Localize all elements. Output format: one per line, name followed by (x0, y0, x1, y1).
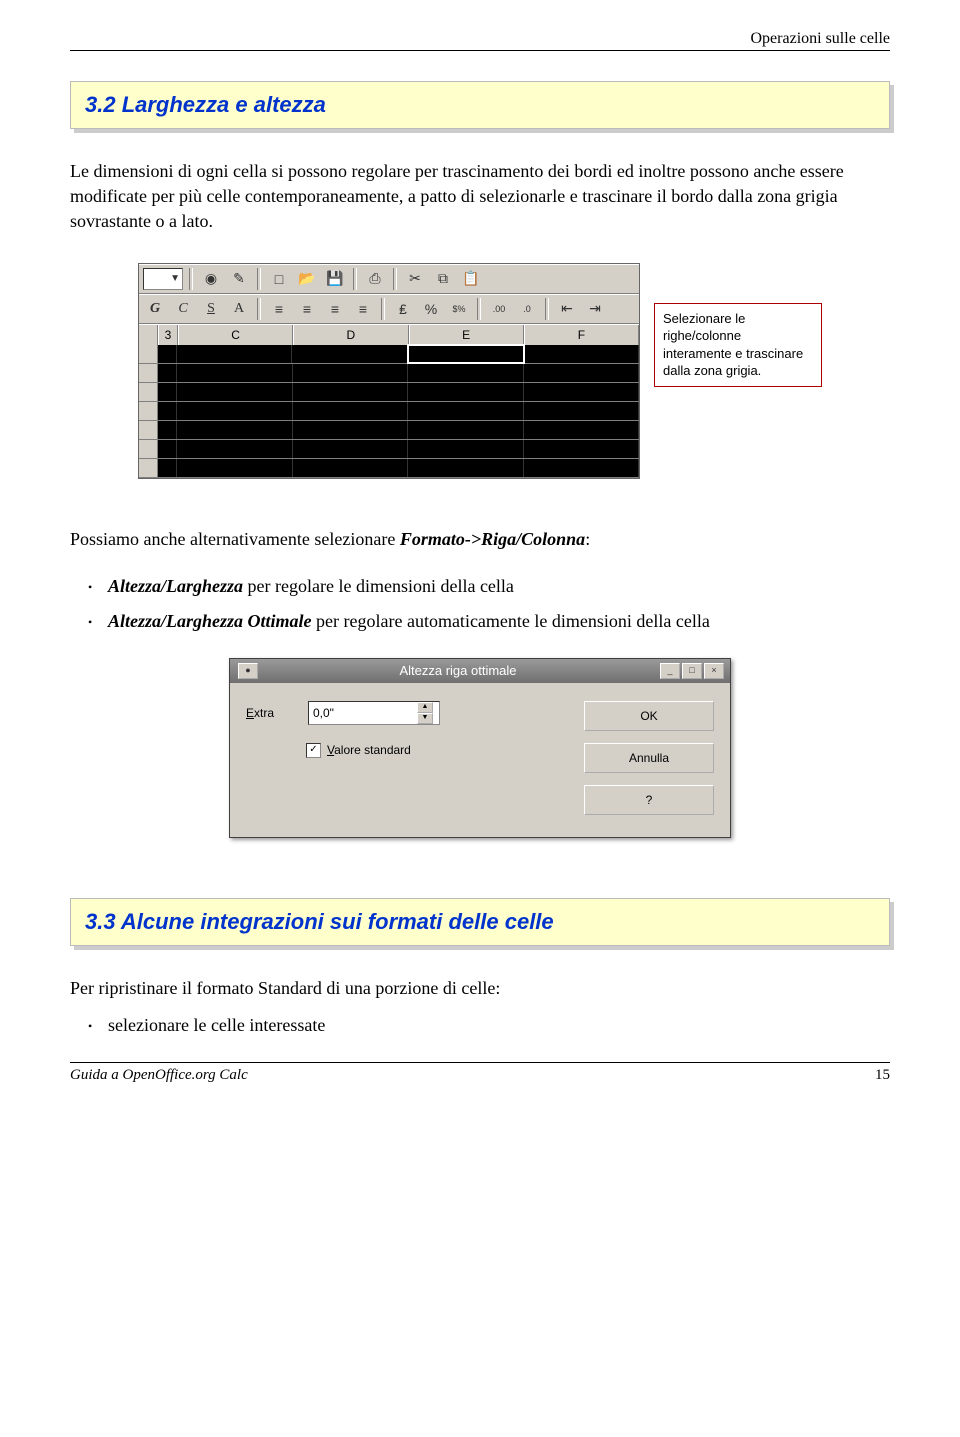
cancel-button[interactable]: Annulla (584, 743, 714, 773)
toolbar-separator (545, 298, 549, 320)
close-icon[interactable]: × (704, 663, 724, 679)
new-icon: □ (267, 267, 291, 291)
spreadsheet-body (139, 345, 639, 478)
decimal-add-icon: .00 (487, 297, 511, 321)
toolbar-row-1: ▼ ◉ ✎ □ 📂 💾 ⎙ ✂ ⧉ 📋 (139, 264, 639, 294)
page-footer: Guida a OpenOffice.org Calc 15 (70, 1062, 890, 1084)
bullet-list: Altezza/Larghezza per regolare le dimens… (88, 574, 890, 634)
align-right-icon: ≡ (323, 297, 347, 321)
underline-icon: S (199, 297, 223, 321)
ok-button[interactable]: OK (584, 701, 714, 731)
toolbar-separator (189, 268, 193, 290)
page-header: Operazioni sulle celle (70, 30, 890, 51)
col-header-d: D (293, 325, 408, 345)
toolbar-separator (257, 268, 261, 290)
section-3-2-heading: 3.2 Larghezza e altezza (70, 81, 890, 129)
callout-box: Selezionare le righe/colonne interamente… (654, 303, 822, 387)
paste-icon: 📋 (459, 267, 483, 291)
footer-left: Guida a OpenOffice.org Calc (70, 1067, 248, 1084)
globe-icon: ◉ (199, 267, 223, 291)
toolbar-separator (477, 298, 481, 320)
corner-cell (139, 325, 158, 345)
save-icon: 💾 (323, 267, 347, 291)
extra-input[interactable] (309, 702, 417, 724)
para2-menu: Formato->Riga/Colonna (400, 529, 585, 549)
toolbar-separator (381, 298, 385, 320)
extra-label: Extra (246, 706, 296, 720)
para2-suffix: : (585, 529, 590, 549)
spreadsheet-screenshot: ▼ ◉ ✎ □ 📂 💾 ⎙ ✂ ⧉ 📋 G C S A (138, 263, 640, 479)
paragraph-formato: Possiamo anche alternativamente selezion… (70, 529, 890, 550)
indent-decrease-icon: ⇤ (555, 297, 579, 321)
list-item: selezionare le celle interessate (88, 1013, 890, 1038)
font-color-icon: A (227, 297, 251, 321)
dialog-title-text: Altezza riga ottimale (258, 663, 658, 678)
toolbar-separator (353, 268, 357, 290)
toolbar-row-2: G C S A ≡ ≡ ≡ ≡ ₤ % $% .00 .0 ⇤ ⇥ (139, 294, 639, 324)
footer-page-number: 15 (875, 1067, 890, 1084)
open-icon: 📂 (295, 267, 319, 291)
item2-rest: per regolare automaticamente le dimensio… (312, 611, 710, 631)
align-center-icon: ≡ (295, 297, 319, 321)
spin-down-icon[interactable]: ▼ (417, 713, 433, 724)
item1-bold: Altezza/Larghezza (108, 576, 243, 596)
dialog-figure: ● Altezza riga ottimale _ □ × Extra ▲ ▼ (70, 658, 890, 838)
sysmenu-icon[interactable]: ● (238, 663, 258, 679)
cut-icon: ✂ (403, 267, 427, 291)
maximize-icon[interactable]: □ (682, 663, 702, 679)
checkbox-box[interactable]: ✓ (306, 743, 321, 758)
bold-icon: G (143, 297, 167, 321)
justify-icon: ≡ (351, 297, 375, 321)
col-header: 3 (158, 325, 178, 345)
col-header-e: E (409, 325, 524, 345)
toolbar-separator (257, 298, 261, 320)
dialog-body: Extra ▲ ▼ ✓ Valore standard (230, 683, 730, 837)
figure-toolbar-spreadsheet: ▼ ◉ ✎ □ 📂 💾 ⎙ ✂ ⧉ 📋 G C S A (70, 263, 890, 479)
align-left-icon: ≡ (267, 297, 291, 321)
toolbar-separator (393, 268, 397, 290)
checkbox-label: Valore standard (327, 743, 411, 757)
percent-icon: % (419, 297, 443, 321)
help-button[interactable]: ? (584, 785, 714, 815)
spin-up-icon[interactable]: ▲ (417, 702, 433, 713)
currency-icon: ₤ (391, 297, 415, 321)
copy-icon: ⧉ (431, 267, 455, 291)
section-3-2-title: 3.2 Larghezza e altezza (85, 92, 326, 117)
bullet-list-2: selezionare le celle interessate (88, 1013, 890, 1038)
dialog-titlebar: ● Altezza riga ottimale _ □ × (230, 659, 730, 683)
section-3-3-paragraph: Per ripristinare il formato Standard di … (70, 976, 890, 1001)
item1-rest: per regolare le dimensioni della cella (243, 576, 514, 596)
list-item: Altezza/Larghezza Ottimale per regolare … (88, 609, 890, 634)
checkbox-valore-standard[interactable]: ✓ Valore standard (306, 743, 411, 758)
italic-icon: C (171, 297, 195, 321)
list-item: Altezza/Larghezza per regolare le dimens… (88, 574, 890, 599)
item2-bold: Altezza/Larghezza Ottimale (108, 611, 312, 631)
section-3-3-heading: 3.3 Alcune integrazioni sui formati dell… (70, 898, 890, 946)
edit-icon: ✎ (227, 267, 251, 291)
column-headers: 3 C D E F (139, 324, 639, 345)
col-header-f: F (524, 325, 639, 345)
para2-prefix: Possiamo anche alternativamente selezion… (70, 529, 400, 549)
col-header-c: C (178, 325, 293, 345)
extra-spinner[interactable]: ▲ ▼ (308, 701, 440, 725)
dropdown-icon: ▼ (143, 268, 183, 290)
print-icon: ⎙ (363, 267, 387, 291)
dialog-altezza-riga: ● Altezza riga ottimale _ □ × Extra ▲ ▼ (229, 658, 731, 838)
section-3-2-paragraph: Le dimensioni di ogni cella si possono r… (70, 159, 890, 235)
minimize-icon[interactable]: _ (660, 663, 680, 679)
section-3-3-title: 3.3 Alcune integrazioni sui formati dell… (85, 909, 554, 934)
indent-increase-icon: ⇥ (583, 297, 607, 321)
decimal-remove-icon: .0 (515, 297, 539, 321)
number-icon: $% (447, 297, 471, 321)
